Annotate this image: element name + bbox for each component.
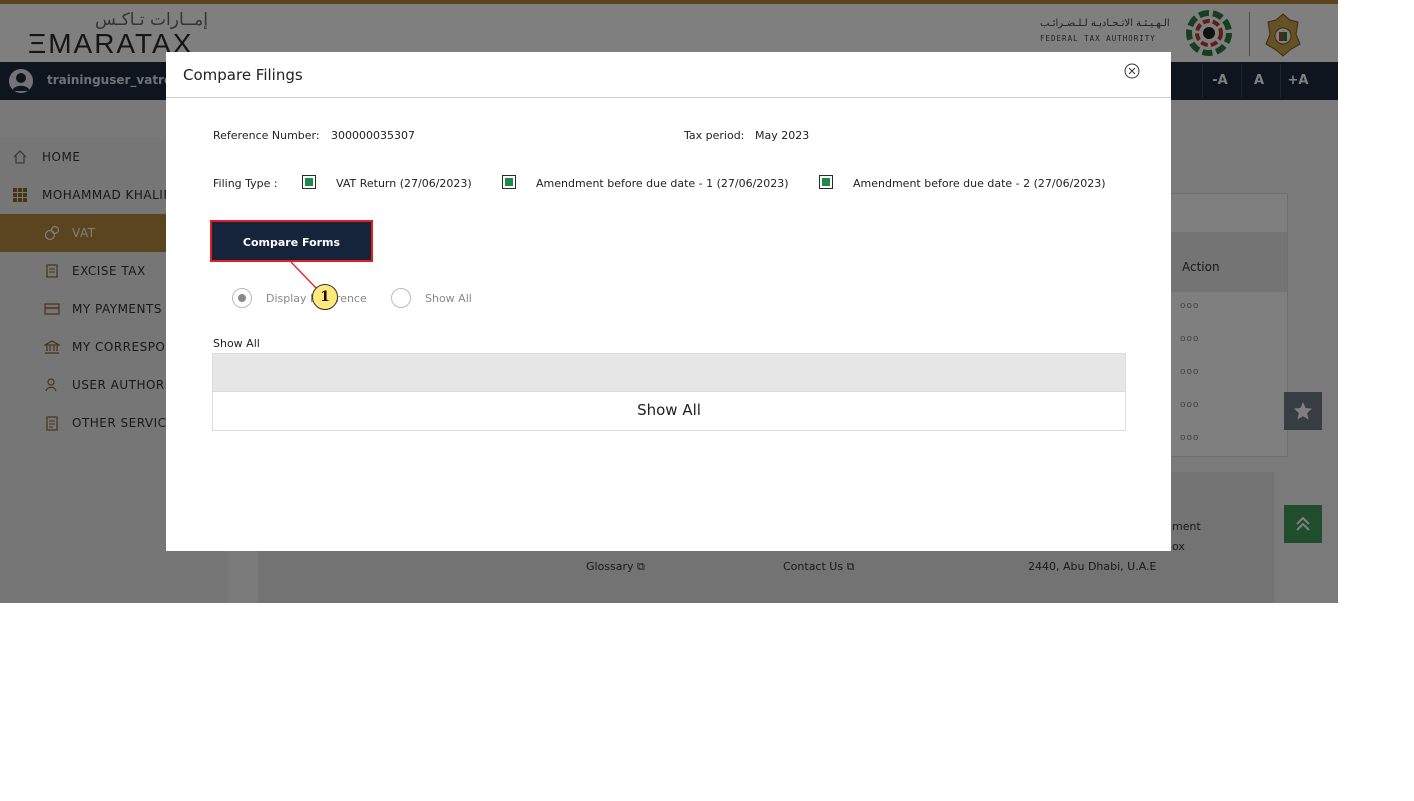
callout-connector xyxy=(290,261,317,289)
step-badge: 1 xyxy=(312,284,338,310)
callout-line xyxy=(290,261,317,289)
